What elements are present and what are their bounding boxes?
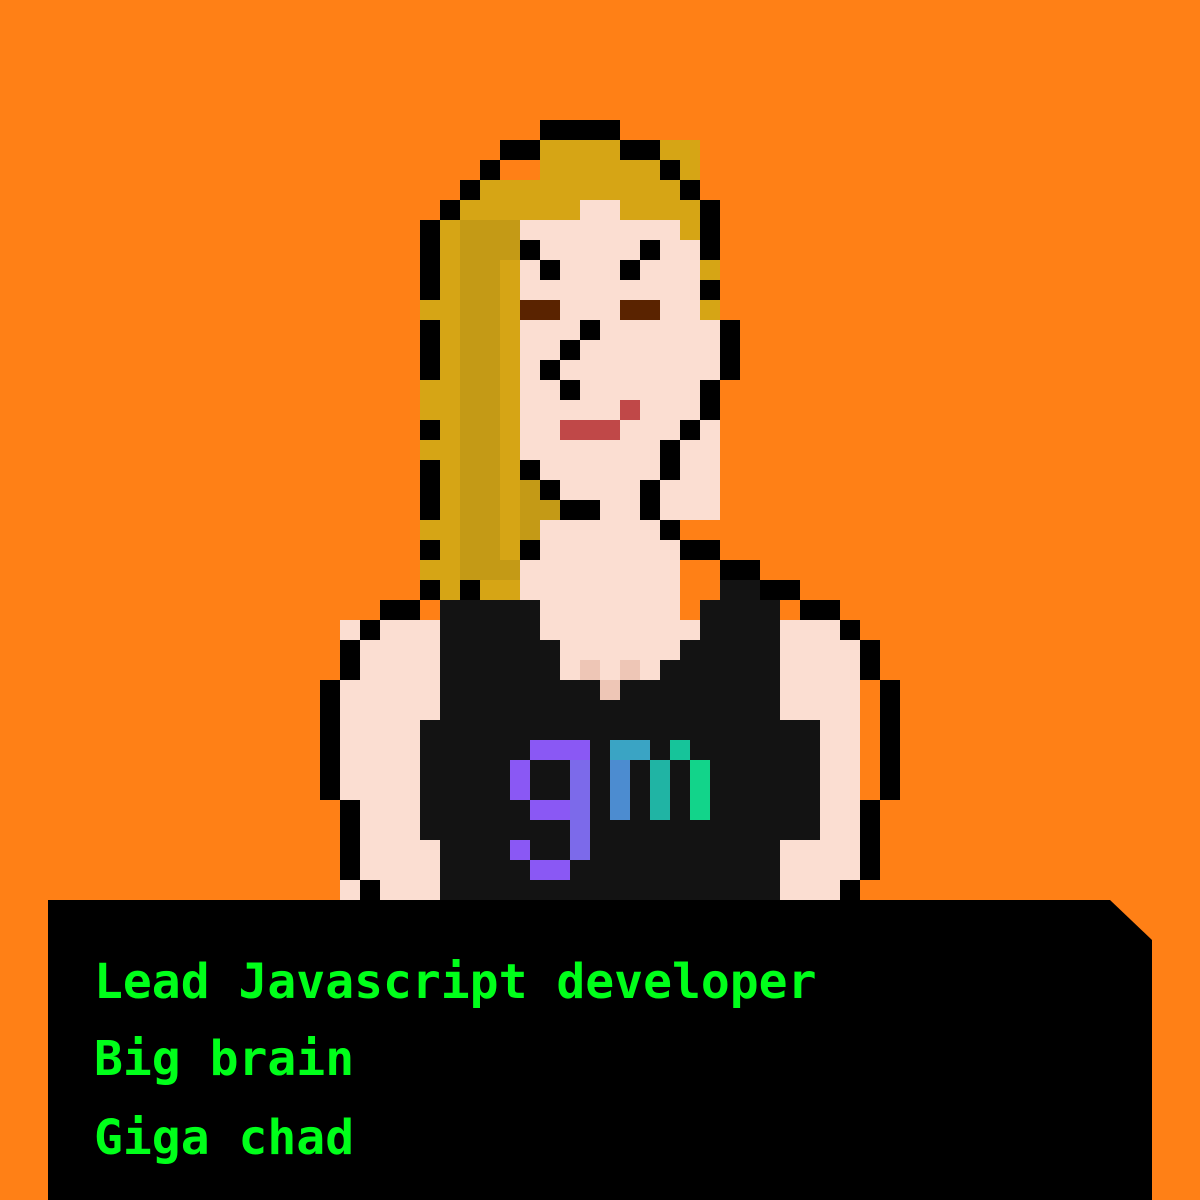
lips (620, 400, 640, 420)
trait-brain: Big brain (94, 1031, 355, 1087)
traits-panel: Lead Javascript developer Big brain Giga… (48, 900, 1152, 1200)
eye-left (520, 300, 560, 320)
avatar-pixels (320, 120, 900, 900)
eyebrow-left (520, 240, 540, 260)
pixel-avatar (320, 120, 900, 900)
logo-m (610, 740, 650, 760)
trait-chad: Giga chad (94, 1110, 355, 1166)
cleavage (580, 660, 600, 680)
eyebrow-right (640, 240, 660, 260)
trait-role: Lead Javascript developer (94, 954, 817, 1010)
nose (580, 320, 600, 340)
logo-g (530, 740, 590, 760)
eye-right (620, 300, 660, 320)
nft-card: Lead Javascript developer Big brain Giga… (0, 0, 1200, 1200)
